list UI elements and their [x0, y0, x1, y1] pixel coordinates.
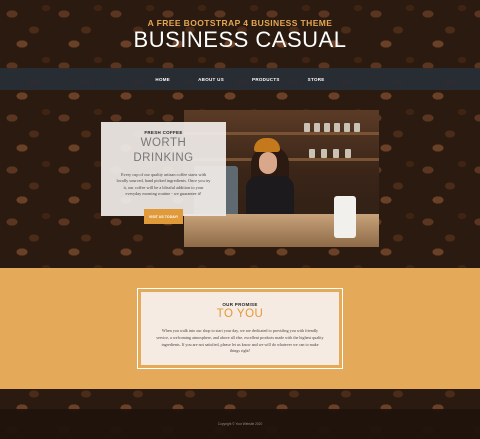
- promise-text: When you walk into our shop to start you…: [156, 328, 324, 354]
- nav-item-about-us[interactable]: ABOUT US: [184, 77, 238, 82]
- feature-eyebrow: FRESH COFFEE: [144, 130, 183, 135]
- site-brand[interactable]: BUSINESS CASUAL: [0, 27, 480, 53]
- feature-title-line1: WORTH: [140, 137, 187, 149]
- promise-card: OUR PROMISE TO YOU When you walk into ou…: [141, 292, 339, 365]
- nav-item-products[interactable]: PRODUCTS: [238, 77, 294, 82]
- feature-title-line2: DRINKING: [133, 152, 194, 164]
- nav-item-home[interactable]: HOME: [141, 77, 184, 82]
- jar: [309, 149, 315, 158]
- jar: [334, 123, 340, 132]
- main-navbar: HOME ABOUT US PRODUCTS STORE: [0, 68, 480, 90]
- feature-card: FRESH COFFEE WORTH DRINKING Every cup of…: [101, 122, 226, 216]
- promise-title: TO YOU: [216, 308, 264, 320]
- feature-text: Every cup of our quality artisan coffee …: [116, 172, 211, 197]
- coffee-cup: [334, 196, 356, 238]
- jar: [324, 123, 330, 132]
- nav-item-store[interactable]: STORE: [294, 77, 339, 82]
- jar: [345, 149, 351, 158]
- jar: [321, 149, 327, 158]
- barista-face: [259, 152, 277, 174]
- site-header: A FREE BOOTSTRAP 4 BUSINESS THEME BUSINE…: [0, 0, 480, 68]
- promise-frame: OUR PROMISE TO YOU When you walk into ou…: [137, 288, 343, 369]
- visit-us-button[interactable]: VISIT US TODAY!: [144, 209, 183, 224]
- jar: [354, 123, 360, 132]
- jar: [314, 123, 320, 132]
- jar: [304, 123, 310, 132]
- promise-eyebrow: OUR PROMISE: [222, 302, 258, 307]
- barista-hat: [254, 138, 280, 152]
- jar: [344, 123, 350, 132]
- site-footer: Copyright © Your Website 2020: [0, 409, 480, 439]
- copyright-text: Copyright © Your Website 2020: [217, 422, 263, 426]
- jar: [333, 149, 339, 158]
